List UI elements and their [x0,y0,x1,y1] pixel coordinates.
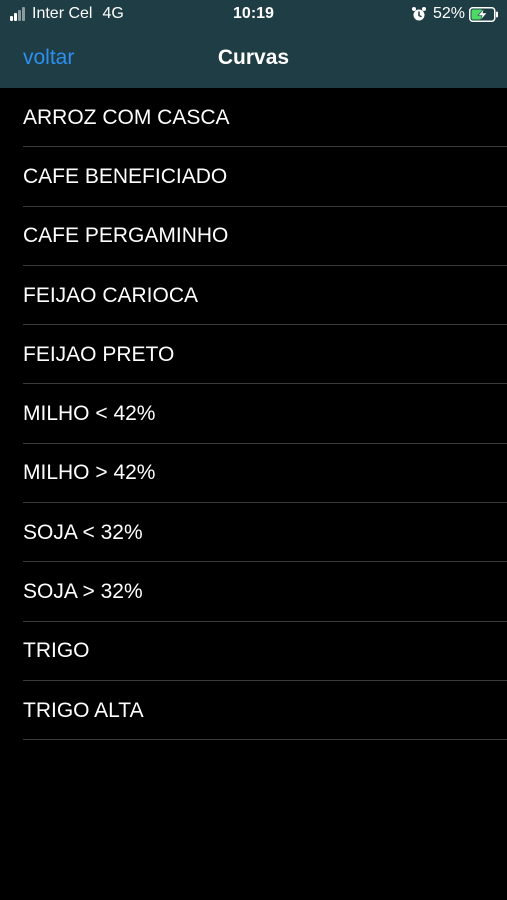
list-item[interactable]: TRIGO ALTA [0,681,507,741]
navigation-bar: voltar Curvas [0,30,507,88]
list-item[interactable]: SOJA < 32% [0,503,507,563]
list-item-label: MILHO < 42% [23,402,156,426]
list-item-label: CAFE PERGAMINHO [23,224,229,248]
page-title: Curvas [217,46,290,69]
list-item[interactable]: MILHO < 42% [0,384,507,444]
battery-percent: 52% [432,5,465,22]
status-right: 52% [411,5,499,23]
list-item[interactable]: SOJA > 32% [0,562,507,622]
list-item-label: FEIJAO CARIOCA [23,283,199,307]
list-item[interactable]: CAFE BENEFICIADO [0,147,507,207]
status-bar: Inter Cel 4G 10:19 52% [0,0,507,30]
list-item-label: SOJA < 32% [23,520,143,544]
alarm-icon [411,7,426,21]
curves-list: ARROZ COM CASCA CAFE BENEFICIADO CAFE PE… [0,88,507,741]
list-item-label: TRIGO [23,639,90,663]
list-item[interactable]: FEIJAO CARIOCA [0,266,507,326]
list-item[interactable]: CAFE PERGAMINHO [0,207,507,266]
list-item-label: ARROZ COM CASCA [23,105,230,129]
list-item-label: FEIJAO PRETO [23,342,175,366]
list-item-label: TRIGO ALTA [23,698,144,722]
battery-charging-icon [469,6,498,22]
list-item-label: CAFE BENEFICIADO [23,164,228,188]
list-item[interactable]: FEIJAO PRETO [0,325,507,385]
separator [23,739,507,741]
screen: Inter Cel 4G 10:19 52% voltar Curvas ARR… [0,0,507,900]
list-item-label: MILHO > 42% [23,461,156,485]
list-item[interactable]: MILHO > 42% [0,444,507,504]
list-item[interactable]: ARROZ COM CASCA [0,88,507,148]
list-item-label: SOJA > 32% [23,580,143,604]
list-item[interactable]: TRIGO [0,622,507,681]
